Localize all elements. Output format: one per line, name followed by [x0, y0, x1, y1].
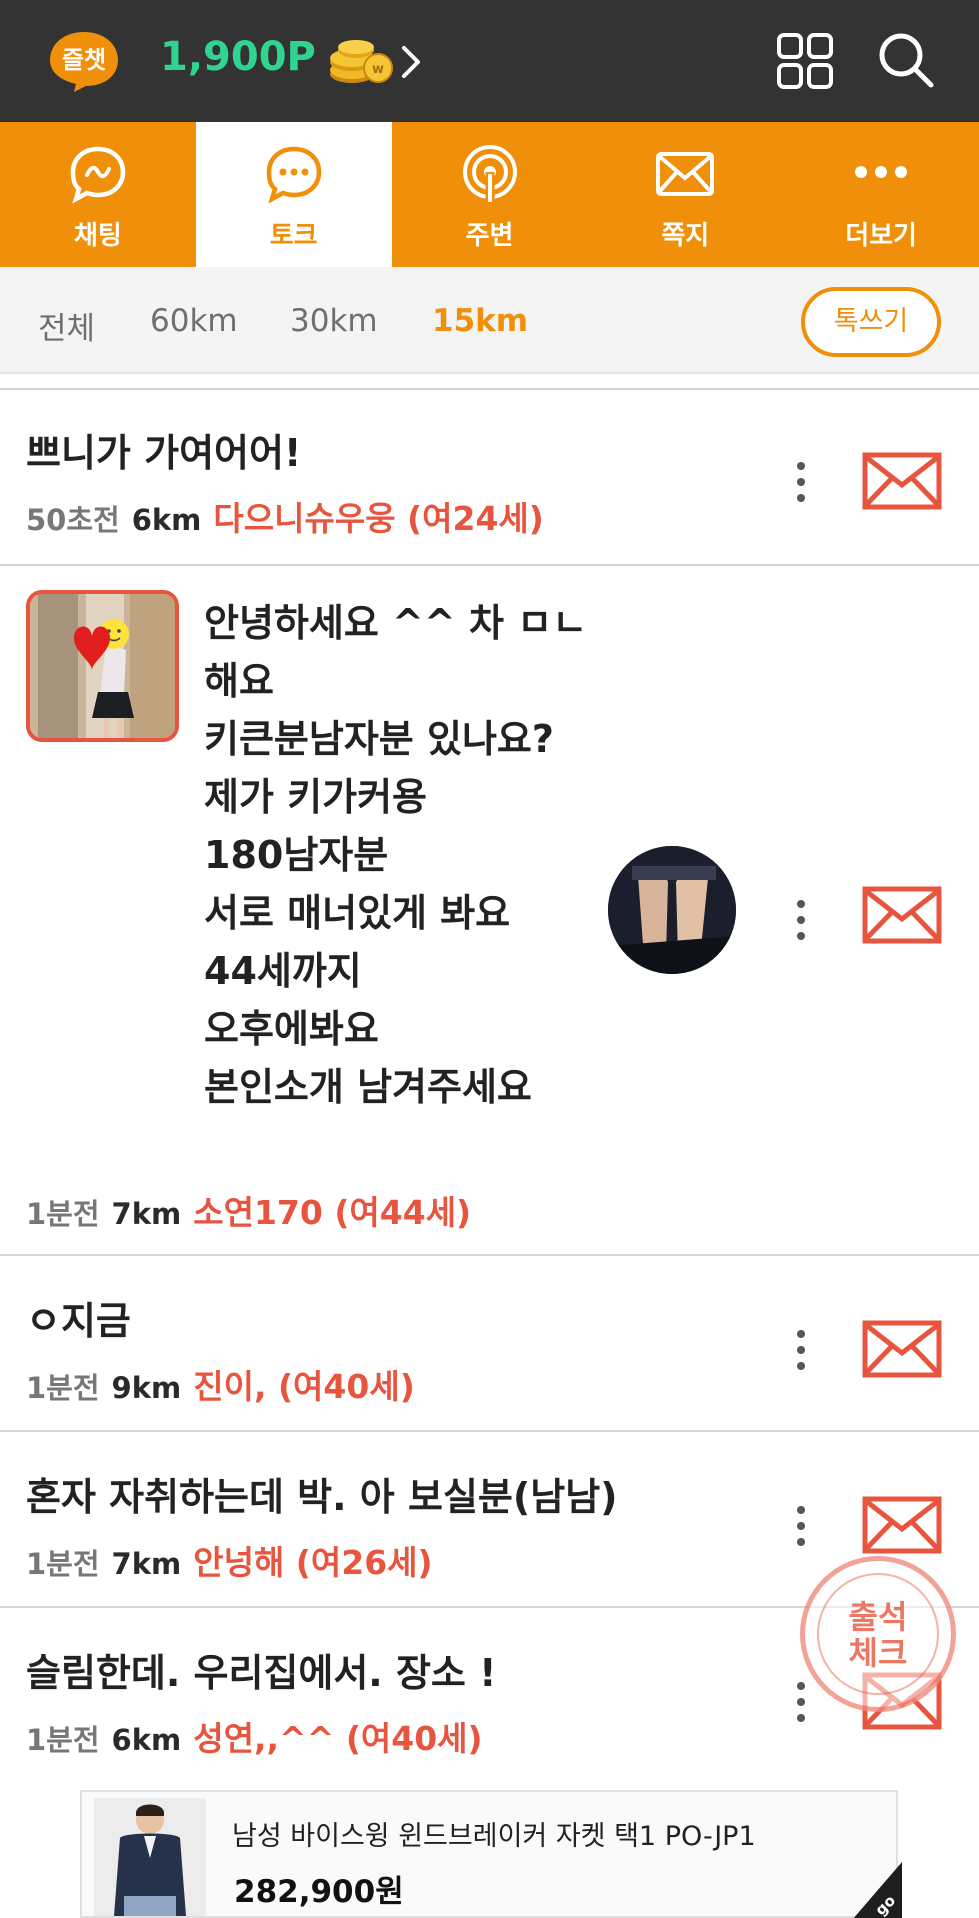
post-time: 1분전 [26, 1371, 100, 1405]
filter-all[interactable]: 전체 [38, 303, 95, 348]
tab-label: 쪽지 [661, 221, 710, 251]
post-title: 혼자 자취하는데 박. 아 보실분(남남) [26, 1475, 618, 1519]
filter-15km[interactable]: 15km [432, 303, 528, 339]
post-body-line: 본인소개 남겨주세요 [204, 1065, 532, 1109]
send-message-icon[interactable] [862, 886, 942, 944]
send-message-icon[interactable] [862, 452, 942, 510]
post-author[interactable]: 안넝해 (여26세) [193, 1543, 432, 1582]
ad-product-image [94, 1798, 206, 1916]
ad-go-corner[interactable]: go [852, 1862, 902, 1918]
search-icon[interactable] [876, 30, 936, 90]
profile-photo-image [30, 594, 175, 738]
tab-messages[interactable]: 쪽지 [587, 122, 783, 267]
send-message-icon[interactable] [862, 1496, 942, 1554]
post-title: 슬림한데. 우리집에서. 장소 ! [26, 1651, 497, 1695]
ad-title: 남성 바이스윙 윈드브레이커 자켓 택1 PO-JP1 [232, 1821, 756, 1852]
post-body-line: 제가 키가커용 [204, 775, 427, 819]
grid-menu-icon[interactable] [776, 32, 834, 90]
tab-label: 토크 [269, 221, 318, 251]
ad-banner[interactable]: 남성 바이스윙 윈드브레이커 자켓 택1 PO-JP1 282,900원 go [80, 1790, 902, 1918]
svg-text:w: w [372, 62, 384, 77]
stamp-line: 출석 [848, 1598, 908, 1636]
chevron-right-icon[interactable] [400, 44, 422, 80]
coins-icon[interactable]: w [326, 38, 396, 86]
post-body-line: 해요 [204, 659, 274, 703]
post-distance: 7km [111, 1547, 182, 1581]
post-body-line: 키큰분남자분 있나요? [204, 717, 554, 761]
post-author[interactable]: 다으니슈우웅 (여24세) [213, 499, 543, 538]
tab-label: 주변 [465, 221, 514, 251]
post-body-line: 안녕하세요 ^^ 차 ㅁㄴ [204, 601, 588, 645]
post-meta: 50초전 6km 다으니슈우웅 (여24세) [26, 492, 544, 540]
attached-photo[interactable] [608, 846, 736, 974]
stamp-label: 출석 체크 [805, 1599, 951, 1671]
envelope-icon [656, 152, 715, 196]
post-meta: 1분전 9km 진이, (여40세) [26, 1360, 415, 1408]
tab-talk[interactable]: 토크 [195, 122, 392, 267]
post-body-line: 180남자분 [204, 833, 389, 877]
post-time: 1분전 [26, 1547, 100, 1581]
kebab-menu-icon[interactable] [788, 1502, 814, 1550]
send-message-icon[interactable] [862, 1320, 942, 1378]
kebab-menu-icon[interactable] [788, 458, 814, 506]
filter-60km[interactable]: 60km [150, 303, 238, 339]
post-time: 50초전 [26, 503, 120, 537]
main-tab-bar: 채팅 토크 주변 쪽지 더보기 [0, 122, 979, 267]
talk-bubble-icon [266, 146, 322, 204]
attached-photo-image [608, 846, 736, 974]
filter-30km[interactable]: 30km [290, 303, 378, 339]
chat-bubble-icon [70, 146, 126, 204]
profile-photo[interactable] [26, 590, 179, 742]
kebab-menu-icon[interactable] [788, 1678, 814, 1726]
more-dots-icon [855, 166, 908, 178]
post-distance: 7km [111, 1197, 182, 1231]
nearby-signal-icon [462, 145, 517, 202]
tab-more[interactable]: 더보기 [783, 122, 979, 267]
tab-nearby[interactable]: 주변 [392, 122, 588, 267]
post-body-line: 오후에봐요 [204, 1007, 379, 1051]
post-distance: 6km [111, 1723, 182, 1757]
post-author[interactable]: 성연,,^^ (여40세) [193, 1719, 482, 1758]
post-author[interactable]: 진이, (여40세) [193, 1367, 415, 1406]
kebab-menu-icon[interactable] [788, 896, 814, 944]
post-title: ㅇ지금 [26, 1299, 131, 1343]
logo-text: 즐챗 [62, 46, 106, 74]
post-time: 1분전 [26, 1197, 100, 1231]
top-bar: 즐챗 1,900P w [0, 0, 979, 122]
list-item[interactable]: 쁘니가 가여어어! 50초전 6km 다으니슈우웅 (여24세) [0, 388, 979, 566]
points-balance[interactable]: 1,900P [160, 34, 316, 80]
post-body-line: 서로 매너있게 봐요 [204, 891, 511, 935]
attendance-check-button[interactable]: 출석 체크 [800, 1556, 956, 1712]
post-body: 안녕하세요 ^^ 차 ㅁㄴ 해요 키큰분남자분 있나요? 제가 키가커용 180… [204, 595, 624, 1117]
post-time: 1분전 [26, 1723, 100, 1757]
list-item[interactable]: ㅇ지금 1분전 9km 진이, (여40세) [0, 1254, 979, 1432]
post-distance: 9km [111, 1371, 182, 1405]
stamp-line: 체크 [848, 1634, 908, 1672]
post-author[interactable]: 소연170 (여44세) [193, 1193, 471, 1232]
write-talk-button[interactable]: 톡쓰기 [801, 287, 941, 357]
ad-price: 282,900원 [234, 1874, 404, 1910]
post-body-line: 44세까지 [204, 949, 362, 993]
post-distance: 6km [131, 503, 202, 537]
kebab-menu-icon[interactable] [788, 1326, 814, 1374]
tab-label: 더보기 [845, 221, 917, 251]
post-meta: 1분전 6km 성연,,^^ (여40세) [26, 1712, 483, 1760]
app-logo[interactable]: 즐챗 [46, 28, 122, 94]
tab-chatting[interactable]: 채팅 [0, 122, 196, 267]
tab-label: 채팅 [73, 221, 122, 251]
post-meta: 1분전 7km 안넝해 (여26세) [26, 1536, 433, 1584]
post-title: 쁘니가 가여어어! [26, 431, 302, 475]
post-meta: 1분전 7km 소연170 (여44세) [26, 1186, 471, 1234]
